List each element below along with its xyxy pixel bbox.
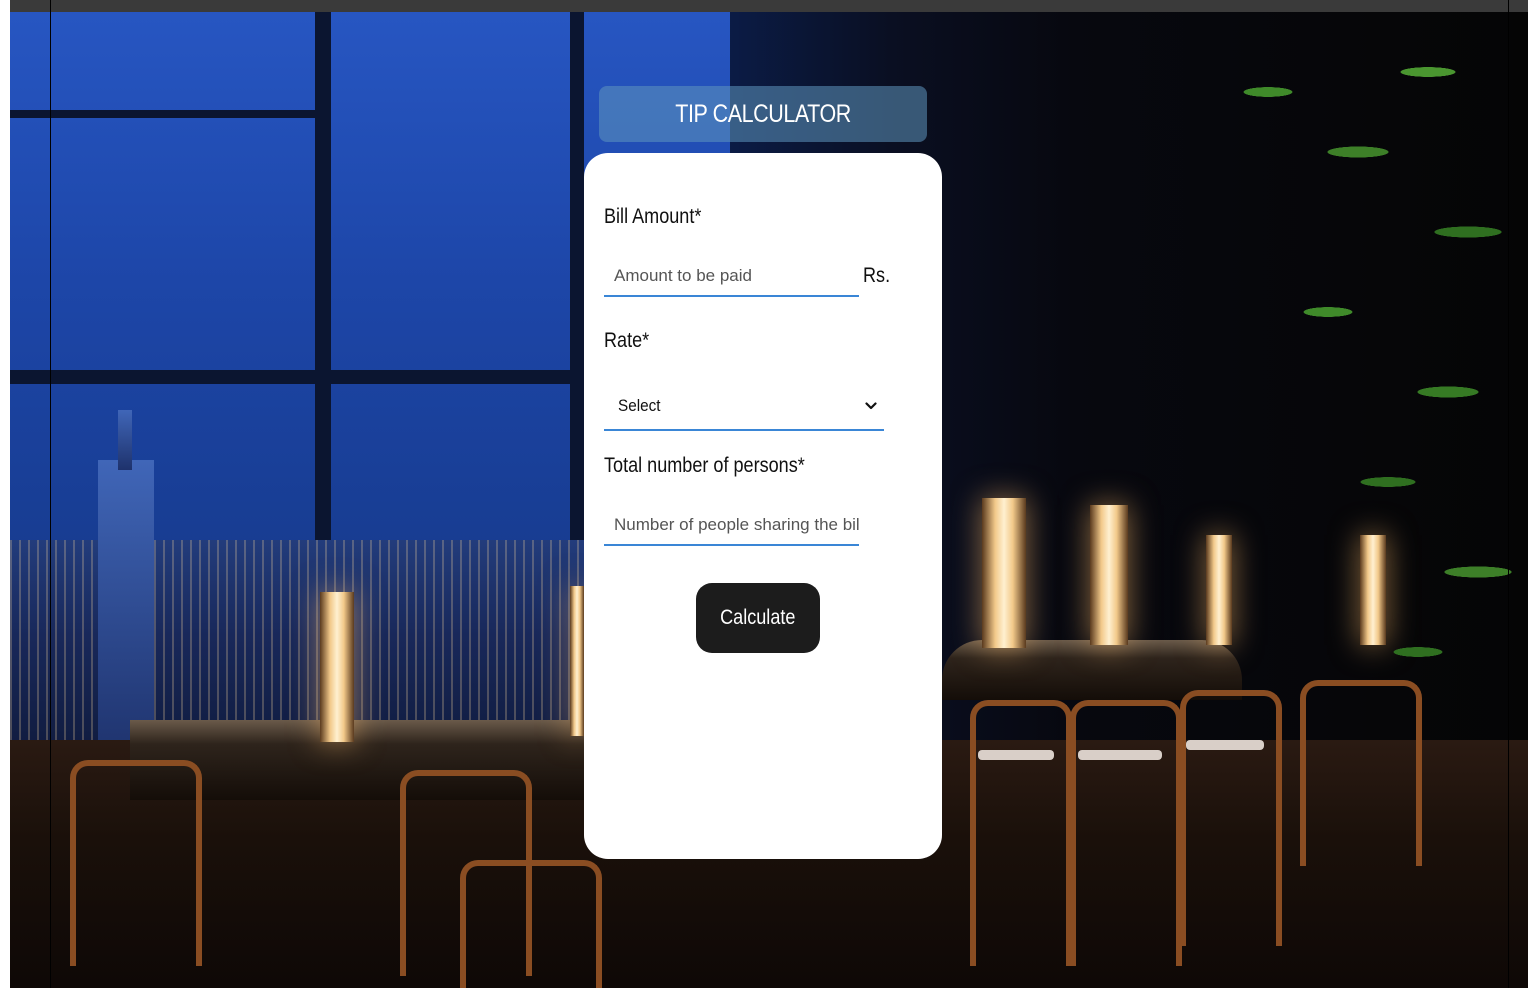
chevron-down-icon xyxy=(864,399,878,413)
chair xyxy=(1180,690,1282,946)
currency-unit: Rs. xyxy=(863,264,891,287)
rate-select-value: Select xyxy=(618,396,661,415)
calculate-button[interactable]: Calculate xyxy=(696,583,820,653)
lamp xyxy=(1090,505,1128,645)
chair xyxy=(970,700,1072,966)
left-guide-line xyxy=(50,0,51,988)
skyscraper xyxy=(98,460,154,760)
lamp xyxy=(320,592,354,742)
plant-leaves xyxy=(1208,12,1528,712)
chair-seat xyxy=(1186,740,1264,750)
bill-amount-label: Bill Amount* xyxy=(604,205,702,228)
app-title: TIP CALCULATOR xyxy=(675,99,851,128)
title-banner: TIP CALCULATOR xyxy=(599,86,927,142)
top-bar xyxy=(10,0,1528,12)
rate-label: Rate* xyxy=(604,329,650,352)
chair-seat xyxy=(978,750,1054,760)
calculator-card: Bill Amount* Rs. Rate* Select Total numb… xyxy=(584,153,942,859)
chair xyxy=(1070,700,1182,966)
lamp xyxy=(570,586,584,736)
chair xyxy=(70,760,202,966)
window-frame xyxy=(10,110,320,118)
bill-amount-input[interactable] xyxy=(604,257,859,297)
chair xyxy=(460,860,602,988)
chair-seat xyxy=(1078,750,1162,760)
rate-select[interactable]: Select xyxy=(604,383,884,431)
persons-input[interactable] xyxy=(604,506,859,546)
right-guide-line xyxy=(1508,0,1509,988)
lamp xyxy=(982,498,1026,648)
window-frame xyxy=(10,370,610,384)
app-window: TIP CALCULATOR Bill Amount* Rs. Rate* Se… xyxy=(10,0,1528,988)
persons-label: Total number of persons* xyxy=(604,454,805,477)
calculate-button-label: Calculate xyxy=(720,606,796,629)
skyscraper-spire xyxy=(118,410,132,470)
